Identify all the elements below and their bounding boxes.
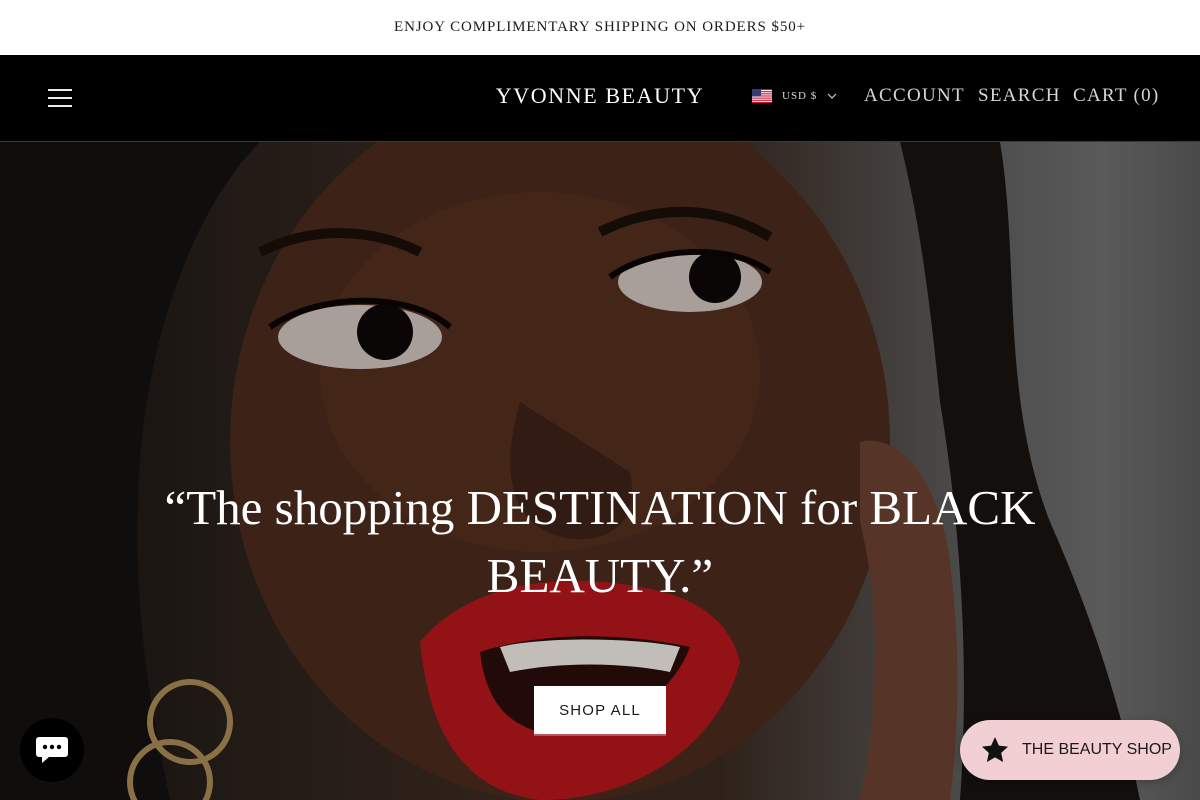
chat-bubble-icon — [36, 737, 68, 763]
hamburger-menu-icon[interactable] — [48, 89, 72, 107]
beauty-shop-label: THE BEAUTY SHOP — [1022, 741, 1172, 758]
announcement-bar: ENJOY COMPLIMENTARY SHIPPING ON ORDERS $… — [0, 0, 1200, 55]
chat-button[interactable] — [20, 718, 84, 782]
hero-headline: “The shopping DESTINATION for BLACK BEAU… — [164, 480, 1036, 603]
star-icon — [982, 737, 1008, 762]
announcement-text: ENJOY COMPLIMENTARY SHIPPING ON ORDERS $… — [394, 19, 806, 35]
hero-banner: “The shopping DESTINATION for BLACK BEAU… — [0, 142, 1200, 800]
nav-search-link[interactable]: SEARCH — [978, 85, 1061, 107]
currency-label: USD $ — [782, 90, 818, 102]
shop-all-button[interactable]: SHOP ALL — [534, 686, 666, 734]
chevron-down-icon — [827, 93, 837, 99]
site-header: YVONNE BEAUTY USD $ ACCOUNT SEARCH CART … — [0, 55, 1200, 142]
us-flag-icon — [752, 89, 772, 103]
nav-account-link[interactable]: ACCOUNT — [864, 85, 965, 107]
beauty-shop-rewards-button[interactable]: THE BEAUTY SHOP — [960, 720, 1180, 780]
site-logo[interactable]: YVONNE BEAUTY — [480, 83, 720, 109]
currency-selector[interactable]: USD $ — [752, 89, 837, 103]
nav-cart-link[interactable]: CART (0) — [1073, 85, 1160, 107]
